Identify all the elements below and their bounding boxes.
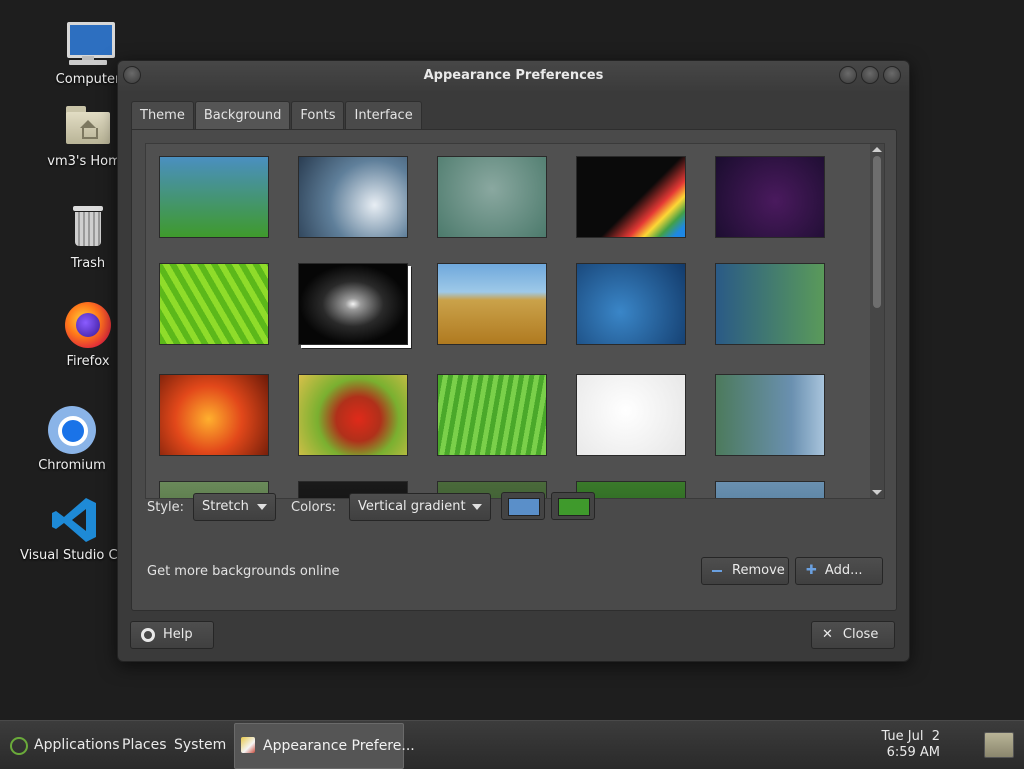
wallpaper-thumbnail-blue-bubbles[interactable] bbox=[576, 263, 686, 345]
home-folder-icon bbox=[63, 102, 113, 150]
vscode-logo bbox=[52, 498, 96, 542]
firefox-icon bbox=[63, 302, 113, 350]
places-menu[interactable]: Places bbox=[122, 737, 167, 753]
minus-icon bbox=[712, 569, 722, 572]
taskbar: Applications Places System Appearance Pr… bbox=[0, 720, 1024, 769]
clock-time: 6:59 AM bbox=[886, 745, 940, 760]
gallery-scrollbar[interactable] bbox=[870, 144, 884, 498]
style-dropdown-value: Stretch bbox=[202, 499, 249, 514]
system-menu[interactable]: System bbox=[174, 737, 226, 753]
chevron-down-icon bbox=[472, 504, 482, 510]
trash-icon bbox=[63, 204, 113, 252]
close-button[interactable]: ✕ Close bbox=[811, 621, 895, 649]
tab-background[interactable]: Background bbox=[194, 101, 291, 130]
close-button-label: Close bbox=[842, 627, 879, 642]
tab-bar: Theme Background Fonts Interface bbox=[131, 101, 423, 130]
taskbar-task-appearance[interactable]: Appearance Prefere... bbox=[234, 723, 415, 769]
get-more-backgrounds-link[interactable]: Get more backgrounds online bbox=[147, 564, 340, 579]
help-button[interactable]: Help bbox=[130, 621, 214, 649]
window-title: Appearance Preferences bbox=[423, 68, 604, 83]
taskbar-task-label: Appearance Prefere... bbox=[263, 738, 415, 754]
wallpaper-thumbnail-sombrero-galaxy[interactable] bbox=[298, 263, 408, 345]
appearance-preferences-window: Appearance Preferences Theme Background … bbox=[117, 60, 910, 662]
clock[interactable]: Tue Jul 2 6:59 AM bbox=[881, 729, 940, 761]
wallpaper-thumbnail-partial-blue-wave[interactable] bbox=[715, 481, 825, 498]
wallpaper-thumbnail-beach-grass[interactable] bbox=[437, 263, 547, 345]
wallpaper-thumbnail-blue-green-gradient[interactable] bbox=[159, 156, 269, 238]
colors-dropdown[interactable]: Vertical gradient bbox=[349, 493, 491, 521]
wallpaper-thumbnail-arch-prism[interactable] bbox=[576, 156, 686, 238]
remove-button[interactable]: Remove bbox=[701, 557, 789, 585]
tab-interface[interactable]: Interface bbox=[345, 101, 422, 129]
secondary-color-button[interactable] bbox=[551, 492, 595, 520]
window-titlebar[interactable]: Appearance Preferences bbox=[118, 61, 909, 91]
scroll-down-arrow-icon[interactable] bbox=[872, 490, 882, 495]
desktop-icon-label: Visual Studio Code bbox=[20, 548, 142, 563]
maximize-button[interactable] bbox=[861, 66, 879, 84]
wallpaper-thumbnail-green-blue-wave[interactable] bbox=[715, 374, 825, 456]
secondary-color-swatch bbox=[558, 498, 590, 516]
clock-date: Tue Jul 2 bbox=[881, 729, 940, 744]
wallpaper-gallery bbox=[145, 143, 885, 499]
show-desktop-icon[interactable] bbox=[984, 732, 1014, 758]
wallpaper-thumbnail-teal-green-gradient[interactable] bbox=[715, 263, 825, 345]
style-dropdown[interactable]: Stretch bbox=[193, 493, 276, 521]
wallpaper-thumbnail-green-leaf[interactable] bbox=[159, 263, 269, 345]
appearance-app-icon bbox=[241, 737, 255, 753]
vscode-icon bbox=[50, 496, 100, 544]
wallpaper-thumbnail-green-grass[interactable] bbox=[437, 374, 547, 456]
tab-fonts[interactable]: Fonts bbox=[291, 101, 345, 129]
computer-icon bbox=[63, 20, 115, 68]
chromium-icon bbox=[47, 406, 97, 454]
style-label: Style: bbox=[147, 500, 185, 515]
tab-theme[interactable]: Theme bbox=[131, 101, 194, 129]
desktop-icon-vscode[interactable]: Visual Studio Code bbox=[20, 496, 142, 563]
scroll-up-arrow-icon[interactable] bbox=[872, 147, 882, 152]
help-button-label: Help bbox=[163, 627, 193, 642]
wallpaper-thumbnail-orange-flower[interactable] bbox=[159, 374, 269, 456]
wallpaper-thumbnail-soft-green-blur[interactable] bbox=[437, 156, 547, 238]
wallpaper-thumbnail-purple-space-rocket[interactable] bbox=[715, 156, 825, 238]
wallpaper-thumbnail-red-marigold[interactable] bbox=[298, 374, 408, 456]
add-button[interactable]: ✚ Add... bbox=[795, 557, 883, 585]
primary-color-swatch bbox=[508, 498, 540, 516]
help-icon bbox=[141, 627, 155, 642]
plus-icon: ✚ bbox=[806, 563, 817, 578]
desktop-icon-label: Chromium bbox=[38, 458, 106, 473]
add-button-label: Add... bbox=[824, 563, 863, 578]
desktop-icon-chromium[interactable]: Chromium bbox=[17, 406, 127, 473]
primary-color-button[interactable] bbox=[501, 492, 545, 520]
remove-button-label: Remove bbox=[732, 563, 785, 578]
close-icon: ✕ bbox=[822, 627, 833, 642]
applications-menu[interactable]: Applications bbox=[34, 737, 120, 753]
colors-label: Colors: bbox=[291, 500, 337, 515]
gallery-scroll-thumb[interactable] bbox=[873, 156, 881, 308]
background-tab-panel: Style: Stretch Colors: Vertical gradient… bbox=[131, 129, 897, 611]
close-window-button[interactable] bbox=[883, 66, 901, 84]
mint-menu-icon bbox=[10, 737, 28, 755]
wallpaper-thumbnail-white-logo[interactable] bbox=[576, 374, 686, 456]
chevron-down-icon bbox=[256, 503, 267, 510]
colors-dropdown-value: Vertical gradient bbox=[358, 499, 466, 514]
minimize-button[interactable] bbox=[839, 66, 857, 84]
wallpaper-thumbnail-water-drop[interactable] bbox=[298, 156, 408, 238]
